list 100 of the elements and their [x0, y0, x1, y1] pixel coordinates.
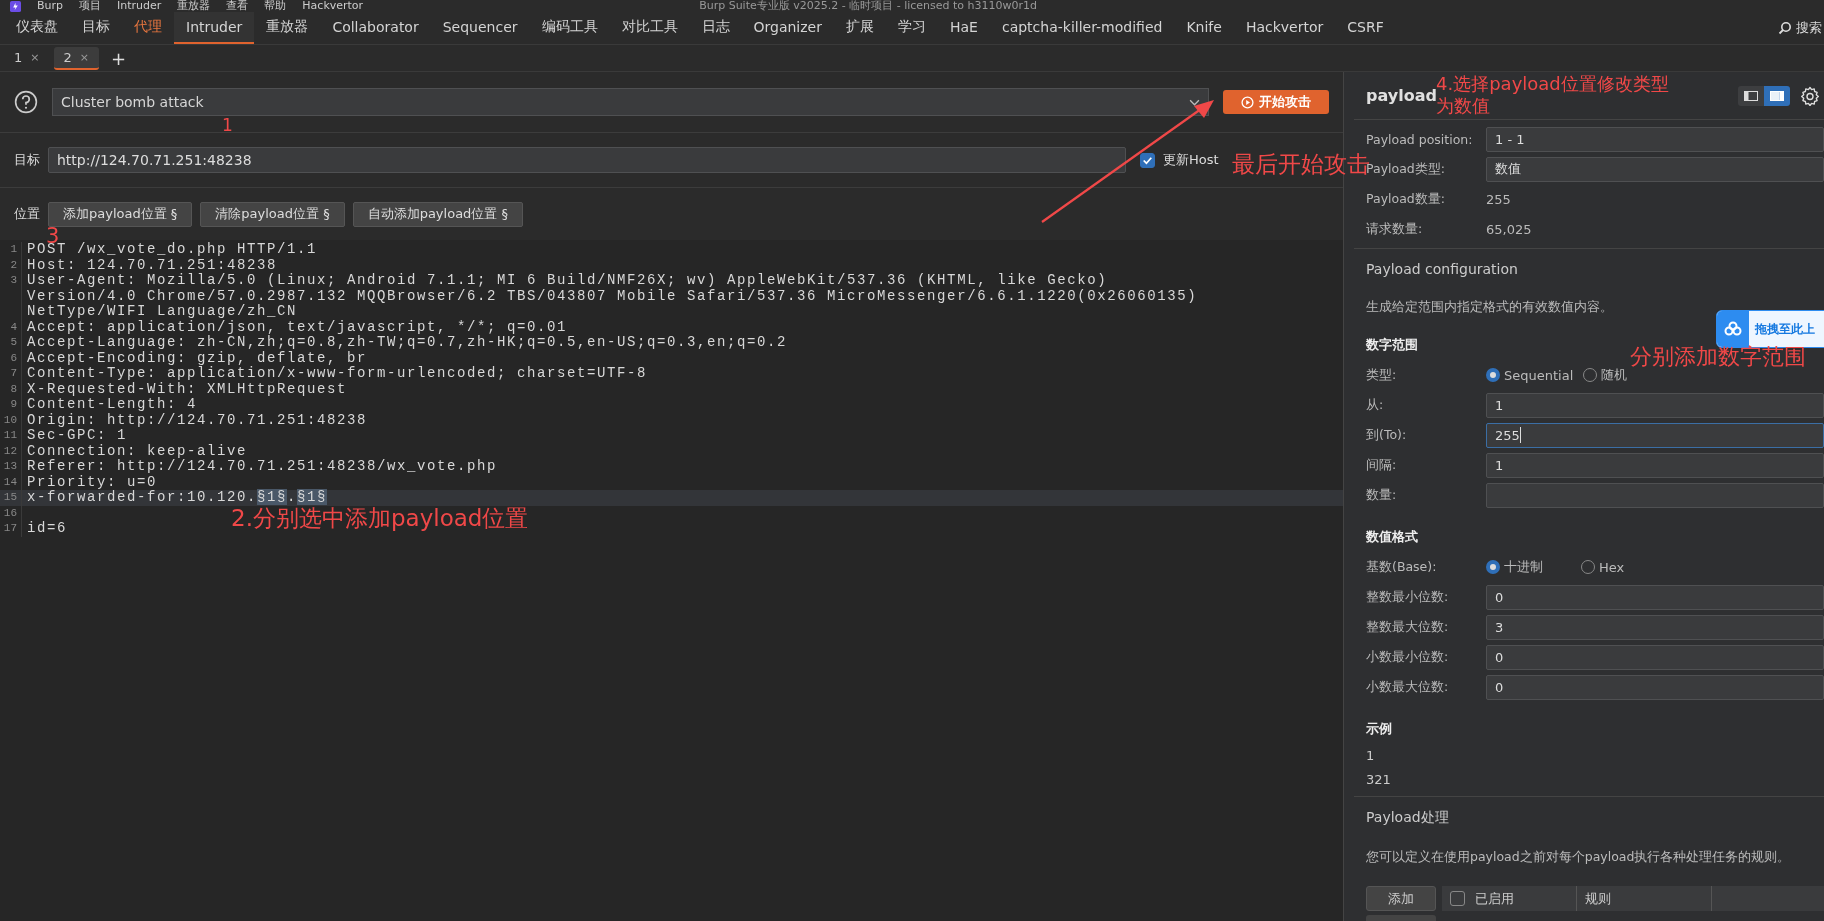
column-header: 已启用	[1442, 886, 1577, 911]
search-icon	[1778, 21, 1792, 35]
tab[interactable]: captcha-killer-modified	[989, 12, 1175, 44]
input-field[interactable]	[1486, 482, 1824, 508]
code-line: Host: 124.70.71.251:48238	[27, 256, 278, 273]
field-label: 间隔:	[1366, 456, 1398, 474]
description-text: 生成给定范围内指定格式的有效数值内容。	[1366, 299, 1614, 316]
cloud-icon	[1717, 311, 1749, 347]
tab[interactable]: Sequencer	[430, 12, 530, 44]
tab[interactable]: 重放器	[254, 12, 321, 44]
close-button[interactable]: ×	[30, 50, 40, 64]
code-line: Content-Length: 4	[27, 396, 198, 412]
select-field[interactable]: 1 - 1	[1486, 126, 1824, 152]
settings-icon	[1800, 85, 1820, 106]
input-field[interactable]: 1	[1486, 392, 1824, 418]
code-line: Accept-Language: zh-CN,zh;q=0.8,zh-TW;q=0.7,zh-HK;q=0.5,en-US;q=0.3,en;q=0.2	[27, 334, 788, 350]
checkbox[interactable]	[1140, 152, 1155, 168]
tab[interactable]: 仪表盘	[4, 12, 70, 44]
add-tab-button[interactable]: +	[103, 47, 135, 69]
tab[interactable]: CSRF	[1335, 12, 1396, 44]
tab[interactable]: 扩展	[834, 12, 886, 44]
annotation-text: 为数值	[1436, 96, 1490, 117]
field-label: 整数最小位数:	[1366, 588, 1450, 606]
checkbox[interactable]	[1450, 891, 1465, 906]
code-line: Content-Type: application/x-www-form-urlencoded; charset=UTF-8	[27, 365, 648, 381]
code-line: Accept: application/json, text/javascript, */*; q=0.01	[27, 318, 568, 335]
close-button[interactable]: ×	[79, 50, 89, 64]
input-field[interactable]: 255	[1486, 422, 1824, 448]
field-label: 数量:	[1366, 486, 1398, 504]
code-line: Accept-Encoding: gzip, deflate, br	[27, 349, 368, 366]
line-number: 4	[0, 319, 22, 335]
line-number: 9	[0, 397, 22, 413]
tab[interactable]: 编码工具	[529, 12, 610, 44]
radio-button[interactable]: Hex	[1581, 558, 1625, 576]
layout-toggle-button[interactable]	[1738, 85, 1764, 106]
target-label: 目标	[14, 151, 40, 169]
layout-toggle-button[interactable]	[1764, 85, 1790, 106]
input-field[interactable]: 3	[1486, 614, 1824, 640]
tab[interactable]: Collaborator	[320, 12, 431, 44]
tab[interactable]: HaE	[938, 12, 990, 44]
attack-type-select[interactable]: Cluster bomb attack	[52, 88, 1209, 116]
add-button[interactable]: 添加	[1366, 886, 1436, 911]
line-number: 15	[0, 490, 22, 506]
line-number: 16	[0, 505, 22, 521]
field-label: 类型:	[1366, 366, 1398, 384]
field-label: 请求数量:	[1366, 220, 1424, 238]
menu-item[interactable]: 查看	[226, 0, 249, 12]
field-label: 从:	[1366, 396, 1385, 414]
tab[interactable]: 代理	[122, 12, 174, 44]
field-label: Payload position:	[1366, 131, 1474, 147]
tab[interactable]: Hackvertor	[1233, 12, 1336, 44]
input-field[interactable]: 0	[1486, 584, 1824, 610]
line-number: 6	[0, 350, 22, 366]
menu-item[interactable]: Burp	[37, 0, 64, 12]
section-title: Payload处理	[1366, 808, 1450, 827]
tab[interactable]: 2 ×	[53, 46, 99, 70]
input-field[interactable]: 0	[1486, 644, 1824, 670]
radio-button[interactable]: 随机	[1583, 366, 1628, 384]
field-label: 整数最大位数:	[1366, 618, 1450, 636]
menu-item[interactable]: Hackvertor	[302, 0, 364, 12]
tab[interactable]: 1 ×	[4, 46, 50, 70]
tab[interactable]: Organizer	[741, 12, 834, 44]
tab[interactable]: Intruder	[174, 12, 255, 44]
select-field[interactable]: 数值	[1486, 156, 1824, 182]
search-button[interactable]: 搜索	[1778, 12, 1824, 44]
position-button[interactable]: 添加payload位置 §	[48, 201, 193, 227]
code-line: Connection: keep-alive	[27, 442, 248, 459]
input-field[interactable]: 0	[1486, 674, 1824, 700]
menu-item[interactable]: 重放器	[177, 0, 211, 12]
input-field[interactable]: 1	[1486, 452, 1824, 478]
annotation-text: 最后开始攻击	[1232, 150, 1370, 179]
radio-button[interactable]: 十进制	[1486, 558, 1543, 576]
code-line: X-Requested-With: XMLHttpRequest	[27, 380, 348, 397]
help-icon	[14, 90, 38, 114]
line-number: 7	[0, 366, 22, 382]
annotation-text: 2.分别选中添加payload位置	[231, 504, 529, 533]
tab[interactable]: 日志	[689, 12, 742, 44]
tab[interactable]: Knife	[1174, 12, 1234, 44]
menu-item[interactable]: Intruder	[117, 0, 162, 12]
tab[interactable]: 目标	[70, 12, 122, 44]
start-attack-button[interactable]: 开始攻击	[1223, 90, 1329, 114]
line-number: 3	[0, 273, 22, 320]
tab[interactable]: 对比工具	[609, 12, 690, 44]
tab[interactable]: 学习	[886, 12, 938, 44]
window-title: Burp Suite专业版 v2025.2 - 临时项目 - licensed to h3110w0r1d	[699, 0, 1038, 12]
position-button[interactable]: 自动添加payload位置 §	[352, 201, 523, 227]
app-logo-icon	[10, 0, 21, 12]
menu-item[interactable]: 帮助	[264, 0, 287, 12]
field-label: 基数(Base):	[1366, 558, 1438, 576]
section-title: Payload configuration	[1366, 260, 1519, 279]
line-number: 1	[0, 242, 22, 258]
radio-button[interactable]: Sequential	[1486, 366, 1574, 384]
example-value: 1	[1366, 747, 1376, 765]
play-icon	[1241, 95, 1254, 109]
code-line: Sec-GPC: 1	[27, 427, 127, 443]
value-text: 255	[1486, 191, 1511, 207]
url-field[interactable]: http://124.70.71.251:48238	[48, 147, 1126, 173]
menu-item[interactable]: 项目	[79, 0, 102, 12]
position-button[interactable]: 清除payload位置 §	[200, 201, 345, 227]
description-text: 您可以定义在使用payload之前对每个payload执行各种处理任务的规则。	[1366, 849, 1792, 866]
